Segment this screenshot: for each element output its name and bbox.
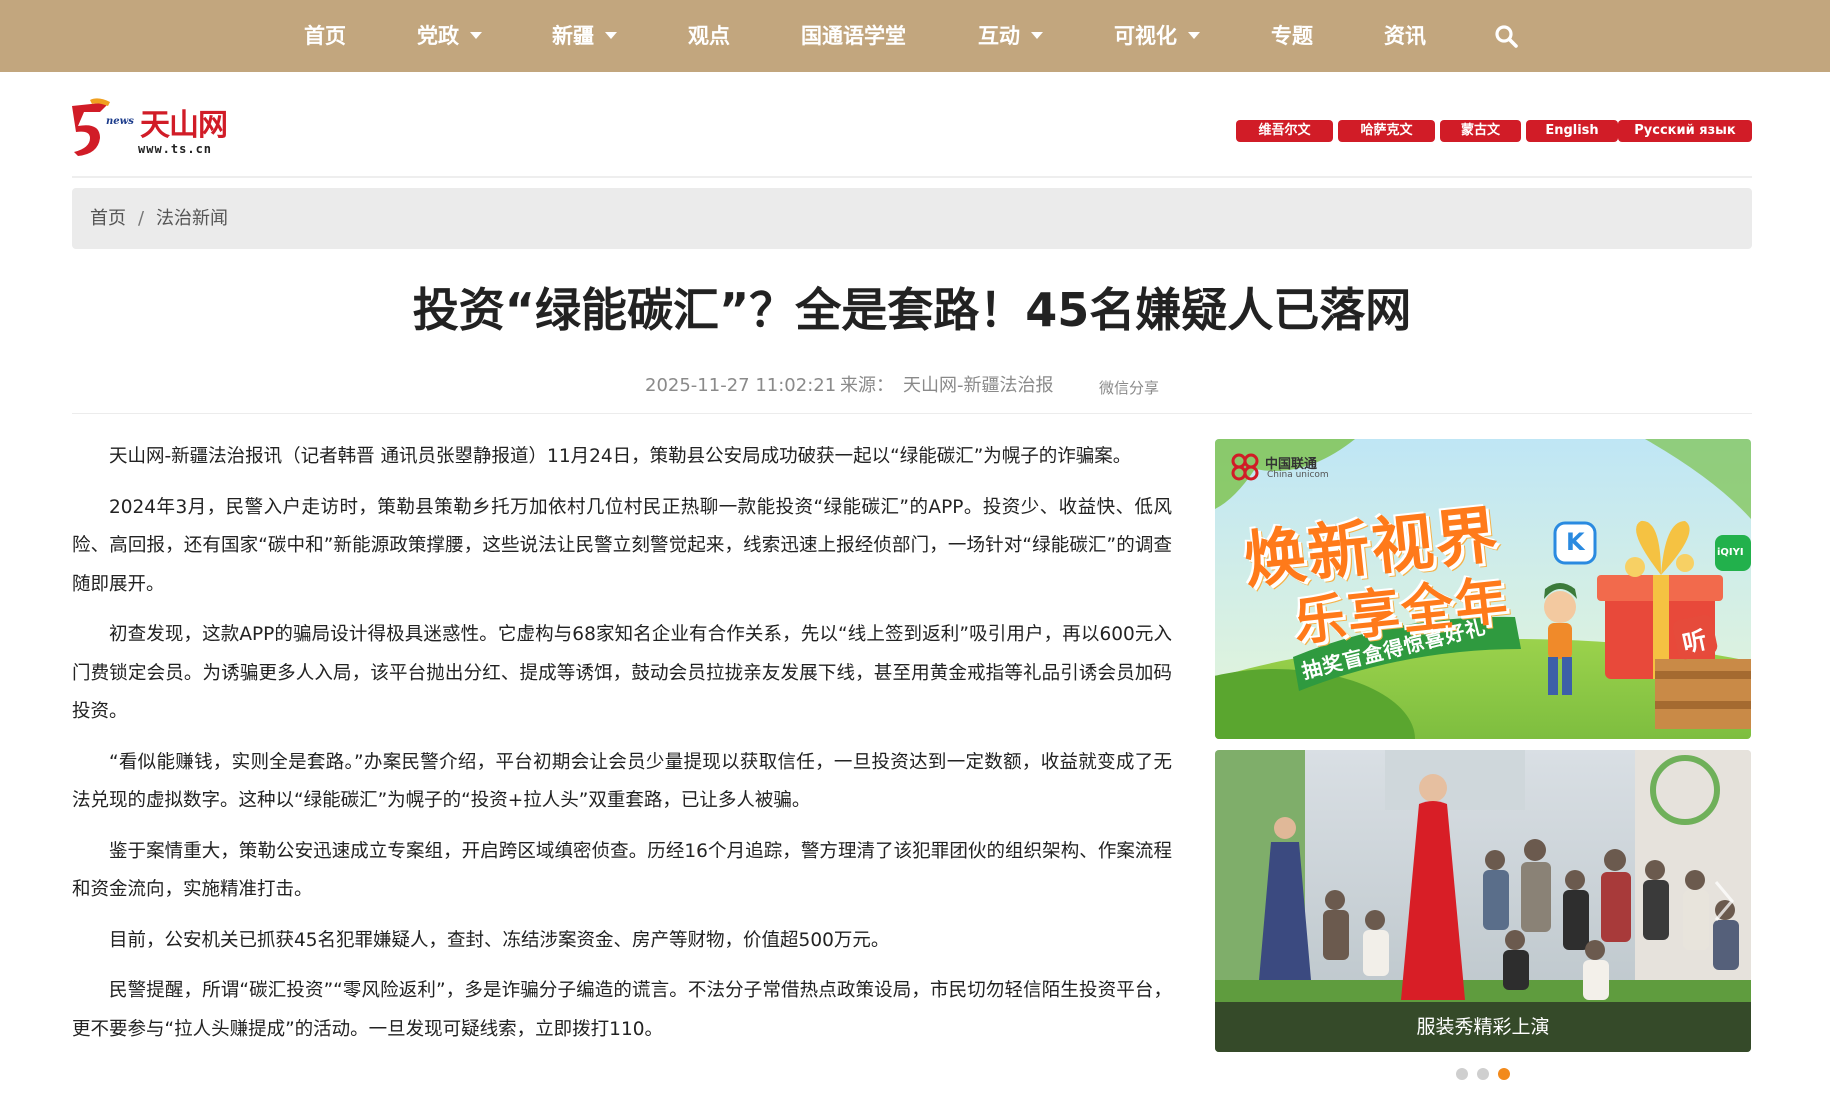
article-paragraph: “看似能赚钱，实则全是套路。”办案民警介绍，平台初期会让会员少量提现以获取信任，… — [72, 751, 1172, 812]
lang-button-mongolian[interactable]: 蒙古文 — [1440, 120, 1521, 142]
nav-item-visualization[interactable]: 可视化 — [1114, 0, 1200, 72]
unicom-ad-banner[interactable]: 中国联通 China unicom 焕新视界 乐享全年 抽奖盲盒得惊喜好礼 K … — [1215, 439, 1751, 739]
nav-item-label: 首页 — [304, 24, 346, 48]
lang-button-english[interactable]: English — [1526, 120, 1618, 142]
nav-item-label: 党政 — [417, 24, 459, 48]
nav-item-news[interactable]: 资讯 — [1384, 0, 1426, 72]
breadcrumb-current[interactable]: 法治新闻 — [156, 188, 228, 249]
nav-item-label: 国通语学堂 — [801, 24, 906, 48]
caret-down-icon — [605, 31, 617, 39]
nav-item-special[interactable]: 专题 — [1271, 0, 1313, 72]
carousel-dot[interactable] — [1477, 1068, 1489, 1080]
article-source-label: 来源： — [840, 375, 894, 396]
nav-item-label: 专题 — [1271, 24, 1313, 48]
nav-item-home[interactable]: 首页 — [304, 0, 346, 72]
article-datetime: 2025-11-27 11:02:21 — [645, 375, 837, 396]
article-paragraph: 2024年3月，民警入户走访时，策勒县策勒乡托万加依村几位村民正热聊一款能投资“… — [72, 496, 1172, 595]
nav-item-xinjiang[interactable]: 新疆 — [552, 0, 617, 72]
article-paragraph: 鉴于案情重大，策勒公安迅速成立专案组，开启跨区域缜密侦查。历经16个月追踪，警方… — [72, 840, 1172, 901]
article-paragraph: 民警提醒，所谓“碳汇投资”“零风险返利”，多是诈骗分子编造的谎言。不法分子常借热… — [72, 980, 1172, 1040]
logo-url: www.ts.cn — [138, 142, 213, 156]
nav-item-label: 观点 — [688, 24, 730, 48]
carousel-dot[interactable] — [1456, 1068, 1468, 1080]
caret-down-icon — [470, 31, 482, 39]
lang-button-kazakh[interactable]: 哈萨克文 — [1338, 120, 1435, 142]
nav-item-label: 可视化 — [1114, 24, 1177, 48]
logo-name: 天山网 — [140, 108, 228, 143]
logo-news-tag: news — [106, 116, 134, 127]
wechat-share-link[interactable]: 微信分享 — [1099, 376, 1159, 400]
nav-item-interaction[interactable]: 互动 — [978, 0, 1043, 72]
breadcrumb-home-link[interactable]: 首页 — [90, 188, 126, 249]
top-navigation-bar: 首页 党政 新疆 观点 国通语学堂 互动 可视化 专题 资讯 — [0, 0, 1830, 72]
article-paragraph: 天山网-新疆法治报讯（记者韩晋 通讯员张曌静报道）11月24日，策勒县公安局成功… — [109, 446, 1132, 467]
article-source: 天山网-新疆法治报 — [903, 375, 1054, 396]
lang-button-russian[interactable]: Русский язык — [1618, 120, 1752, 142]
nav-item-party-government[interactable]: 党政 — [417, 0, 482, 72]
article-paragraph: 目前，公安机关已抓获45名犯罪嫌疑人，查封、冻结涉案资金、房产等财物，价值超50… — [109, 929, 890, 951]
site-logo[interactable]: news 天山网 www.ts.cn — [70, 96, 230, 160]
caret-down-icon — [1031, 31, 1043, 39]
search-icon[interactable] — [1494, 24, 1518, 48]
nav-item-language-school[interactable]: 国通语学堂 — [801, 0, 906, 72]
meta-divider — [72, 413, 1752, 414]
nav-item-label: 新疆 — [552, 24, 594, 48]
breadcrumb: 首页 / 法治新闻 — [72, 188, 1752, 249]
breadcrumb-separator: / — [138, 208, 145, 229]
lang-button-uyghur[interactable]: 维吾尔文 — [1236, 120, 1333, 142]
fashion-show-slide[interactable]: 服装秀精彩上演 — [1215, 750, 1751, 1052]
carousel-dot-active[interactable] — [1498, 1068, 1510, 1080]
article-body: 天山网-新疆法治报讯（记者韩晋 通讯员张曌静报道）11月24日，策勒县公安局成功… — [72, 438, 1172, 1061]
nav-item-opinion[interactable]: 观点 — [688, 0, 730, 72]
article-paragraph: 初查发现，这款APP的骗局设计得极具迷惑性。它虚构与68家知名企业有合作关系，先… — [72, 624, 1172, 722]
iqiyi-badge-text: iQIYI — [1717, 547, 1744, 558]
slide-caption: 服装秀精彩上演 — [1215, 1002, 1751, 1052]
chevron-right-icon[interactable] — [1712, 878, 1736, 924]
nav-item-label: 资讯 — [1384, 24, 1426, 48]
k-app-badge-text: K — [1566, 528, 1585, 556]
unicom-brand-sub-text: China unicom — [1267, 470, 1329, 480]
header-divider — [72, 176, 1752, 178]
article-title: 投资“绿能碳汇”？全是套路！45名嫌疑人已落网 — [412, 283, 1412, 337]
caret-down-icon — [1188, 31, 1200, 39]
nav-item-label: 互动 — [978, 24, 1020, 48]
